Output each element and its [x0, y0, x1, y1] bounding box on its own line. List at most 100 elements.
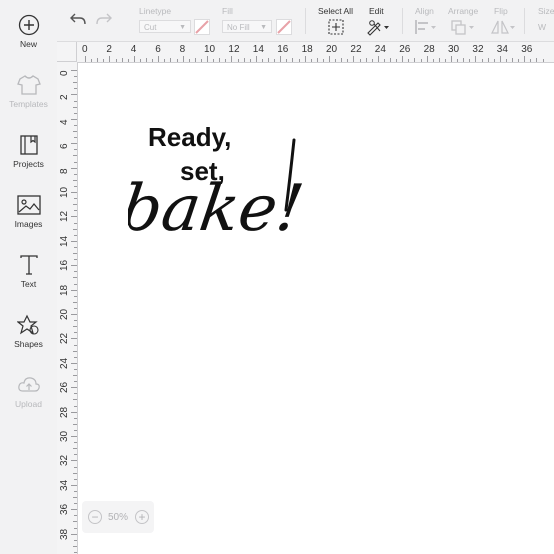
ruler-left-number: 14	[59, 235, 70, 247]
toolbar-divider	[524, 8, 525, 34]
ruler-tick	[73, 350, 77, 352]
sidebar-label-projects: Projects	[13, 159, 44, 169]
ruler-top-number: 18	[301, 44, 313, 55]
linetype-select[interactable]: Cut ▼	[139, 20, 191, 33]
ruler-left-number: 0	[59, 70, 70, 76]
new-button[interactable]: New	[0, 14, 57, 70]
sidebar-label-shapes: Shapes	[14, 339, 43, 349]
redo-icon[interactable]	[95, 12, 113, 26]
ruler-tick	[524, 56, 526, 62]
ruler-tick	[73, 301, 77, 303]
ruler-top-number: 8	[179, 44, 186, 55]
ruler-top-number: 32	[472, 44, 484, 55]
ruler-tick	[432, 59, 434, 62]
ruler-tick	[335, 59, 337, 62]
sidebar-label-new: New	[19, 39, 37, 49]
ruler-tick	[225, 59, 227, 62]
ruler-tick	[383, 59, 385, 62]
ruler-tick	[237, 59, 239, 62]
templates-button[interactable]: Templates	[0, 74, 57, 130]
sidebar-label-text: Text	[20, 279, 37, 289]
ruler-tick	[74, 198, 77, 200]
ruler-tick	[176, 59, 178, 62]
ruler-top-number: 30	[448, 44, 460, 55]
ruler-tick	[200, 59, 202, 62]
flip-label: Flip	[494, 6, 508, 16]
ruler-tick	[365, 58, 367, 62]
ruler-top-number: 36	[521, 44, 533, 55]
new-plus-icon	[18, 14, 39, 36]
ruler-tick	[536, 58, 538, 62]
ruler-tick	[74, 88, 77, 90]
ruler-tick	[74, 393, 77, 395]
linetype-color-swatch[interactable]	[194, 19, 210, 35]
ruler-tick	[73, 204, 77, 206]
select-all-icon[interactable]	[327, 18, 345, 36]
ruler-top-number: 22	[350, 44, 362, 55]
zoom-control: − 50% +	[82, 501, 154, 533]
ruler-top-number: 10	[204, 44, 216, 55]
ruler-tick	[74, 356, 77, 358]
ruler-tick	[74, 161, 77, 163]
ruler-left-number: 28	[59, 406, 70, 418]
fill-color-swatch[interactable]	[276, 19, 292, 35]
ruler-tick	[463, 58, 465, 62]
ruler-top-number: 26	[399, 44, 411, 55]
ruler-tick	[316, 58, 318, 62]
arrange-icon[interactable]	[450, 19, 476, 35]
fill-label: Fill	[222, 6, 233, 16]
ruler-tick	[74, 307, 77, 309]
ruler-tick	[74, 137, 77, 139]
ruler-tick	[74, 515, 77, 517]
size-label: Size	[538, 6, 554, 16]
toolbar-divider	[305, 8, 306, 34]
fill-value: No Fill	[227, 23, 250, 32]
ruler-tick	[280, 56, 282, 62]
ruler-tick	[310, 59, 312, 62]
ruler-tick	[377, 56, 379, 62]
ruler-left-number: 2	[59, 94, 70, 101]
ruler-tick	[71, 460, 77, 462]
chevron-down-icon: ▼	[179, 24, 186, 31]
fill-select[interactable]: No Fill ▼	[222, 20, 272, 33]
ruler-top-number: 2	[106, 44, 112, 55]
upload-button[interactable]: Upload	[0, 374, 57, 430]
ruler-tick	[505, 59, 507, 62]
ruler-tick	[188, 59, 190, 62]
ruler-left-number: 32	[59, 455, 70, 467]
left-sidebar: New Templates Projects Images Text Shape…	[0, 0, 58, 554]
ruler-tick	[74, 259, 77, 261]
ruler-tick	[74, 466, 77, 468]
ruler-tick	[74, 234, 77, 236]
projects-button[interactable]: Projects	[0, 134, 57, 190]
ruler-tick	[74, 295, 77, 297]
ruler-tick	[71, 338, 77, 340]
ruler-top-number: 28	[423, 44, 435, 55]
design-ready-set-bake[interactable]: Ready, set, bake!	[128, 118, 308, 258]
zoom-in-button[interactable]: +	[135, 510, 149, 524]
ruler-tick	[74, 478, 77, 480]
ruler-tick	[74, 149, 77, 151]
ruler-tick	[408, 59, 410, 62]
ruler-tick	[97, 58, 99, 62]
ruler-tick	[73, 82, 77, 84]
flip-icon[interactable]	[490, 19, 516, 35]
ruler-tick	[71, 94, 77, 96]
ruler-tick	[182, 56, 184, 62]
toolbar-divider	[402, 8, 403, 34]
tshirt-icon	[16, 75, 41, 95]
ruler-tick	[74, 124, 77, 126]
zoom-out-button[interactable]: −	[88, 510, 102, 524]
ruler-tick	[359, 59, 361, 62]
align-icon[interactable]	[414, 19, 438, 35]
text-button[interactable]: Text	[0, 254, 57, 310]
ruler-tick	[115, 59, 117, 62]
images-button[interactable]: Images	[0, 194, 57, 250]
ruler-tick	[475, 56, 477, 62]
select-all-label: Select All	[318, 6, 353, 16]
undo-icon[interactable]	[69, 12, 87, 26]
edit-pencil-scissors-icon[interactable]	[366, 18, 390, 36]
ruler-tick	[530, 59, 532, 62]
shapes-button[interactable]: Shapes	[0, 314, 57, 370]
ruler-tick	[74, 344, 77, 346]
